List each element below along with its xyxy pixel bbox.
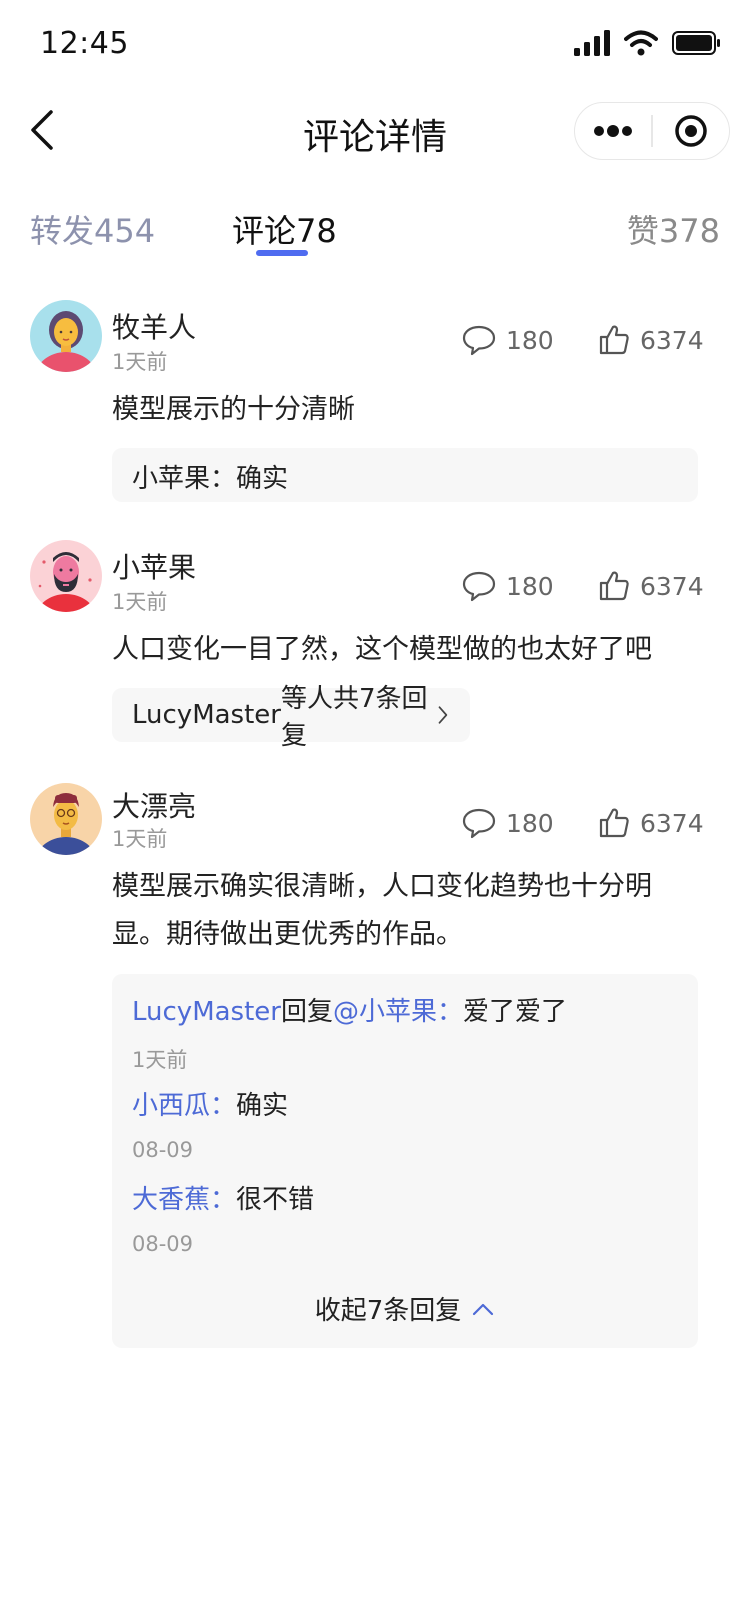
reply-preview[interactable]: 小苹果：确实 (112, 448, 698, 502)
like-button[interactable]: 6374 (598, 324, 704, 356)
avatar-man-image (30, 783, 102, 855)
collapse-replies-button[interactable]: 收起7条回复 (132, 1290, 678, 1327)
comment-author[interactable]: 小苹果 (112, 546, 196, 586)
reply-item[interactable]: LucyMaster回复@小苹果：爱了爱了 1天前 (132, 994, 678, 1088)
comment-text: 模型展示的十分清晰 (112, 394, 355, 425)
avatar[interactable] (30, 300, 102, 372)
status-icons (574, 30, 722, 56)
reply-user[interactable]: 大香蕉： (132, 1185, 236, 1215)
status-bar: 12:45 (0, 0, 750, 88)
avatar-bearded-man-image (30, 540, 102, 612)
reply-count-button[interactable]: 180 (462, 570, 554, 602)
mini-program-capsule (574, 102, 730, 160)
comment-author[interactable]: 大漂亮 (112, 785, 196, 825)
tab-comment[interactable]: 评论78 (232, 206, 337, 252)
collapse-label: 收起7条回复 (314, 1296, 462, 1326)
reply-text: 确实 (236, 464, 289, 494)
comment-time: 1天前 (112, 827, 168, 851)
thumbs-up-icon (599, 571, 629, 601)
reply-summary-text: 等人共7条回复 (280, 684, 428, 751)
reply-mention[interactable]: @小苹果： (333, 997, 463, 1027)
reply-item[interactable]: 小西瓜：确实 08-09 (132, 1088, 678, 1182)
comment-time: 1天前 (112, 350, 168, 374)
reply-date: 08-09 (132, 1138, 194, 1162)
reply-user[interactable]: 小西瓜： (132, 1091, 236, 1121)
tab-like[interactable]: 赞378 (627, 206, 720, 252)
signal-icon (574, 30, 610, 56)
target-icon (675, 115, 707, 147)
reply-thread: LucyMaster回复@小苹果：爱了爱了 1天前 小西瓜：确实 08-09 大… (112, 974, 698, 1348)
reply-item[interactable]: 大香蕉：很不错 08-09 (132, 1182, 678, 1276)
comment-time: 1天前 (112, 590, 168, 614)
reply-count-button[interactable]: 180 (462, 324, 554, 356)
like-count: 6374 (640, 571, 704, 601)
status-time: 12:45 (40, 26, 129, 61)
avatar[interactable] (30, 783, 102, 855)
like-button[interactable]: 6374 (598, 807, 704, 839)
reply-text: 很不错 (236, 1185, 315, 1215)
comment-bubble-icon (462, 325, 496, 356)
comment-text: 模型展示确实很清晰，人口变化趋势也十分明 显。期待做出更优秀的作品。 (112, 863, 712, 959)
reply-user[interactable]: LucyMaster (132, 997, 281, 1027)
more-button[interactable] (575, 103, 651, 159)
comment-text: 人口变化一目了然，这个模型做的也太好了吧 (112, 634, 652, 665)
reply-user[interactable]: 小苹果： (132, 464, 236, 494)
reply-count: 180 (506, 808, 554, 838)
reply-count-button[interactable]: 180 (462, 807, 554, 839)
like-count: 6374 (640, 325, 704, 355)
reply-summary-user[interactable]: LucyMaster (132, 700, 281, 730)
reply-action: 回复 (280, 997, 333, 1027)
battery-icon (672, 31, 720, 55)
avatar[interactable] (30, 540, 102, 612)
tab-bar: 转发454 评论78 赞378 (0, 190, 750, 260)
comment-text-line: 显。期待做出更优秀的作品。 (112, 919, 463, 950)
reply-count: 180 (506, 571, 554, 601)
wifi-icon (624, 30, 658, 56)
reply-date: 1天前 (132, 1048, 188, 1072)
comment-text-line: 模型展示确实很清晰，人口变化趋势也十分明 (112, 871, 652, 902)
reply-date: 08-09 (132, 1232, 194, 1256)
close-mini-program-button[interactable] (653, 103, 729, 159)
chevron-up-icon (473, 1303, 494, 1315)
like-count: 6374 (640, 808, 704, 838)
tab-indicator (256, 250, 308, 256)
comment-bubble-icon (462, 808, 496, 839)
thumbs-up-icon (599, 808, 629, 838)
reply-count: 180 (506, 325, 554, 355)
tab-repost[interactable]: 转发454 (30, 206, 155, 252)
avatar-woman-image (30, 300, 102, 372)
view-replies-button[interactable]: LucyMaster 等人共7条回复 (112, 684, 470, 751)
more-dots-icon (594, 125, 633, 137)
like-button[interactable]: 6374 (598, 570, 704, 602)
thumbs-up-icon (599, 325, 629, 355)
nav-bar: 评论详情 (0, 88, 750, 176)
comment-bubble-icon (462, 571, 496, 602)
comment-author[interactable]: 牧羊人 (112, 306, 196, 346)
reply-text: 爱了爱了 (463, 997, 568, 1027)
reply-text: 确实 (236, 1091, 289, 1121)
chevron-right-icon (438, 706, 448, 724)
